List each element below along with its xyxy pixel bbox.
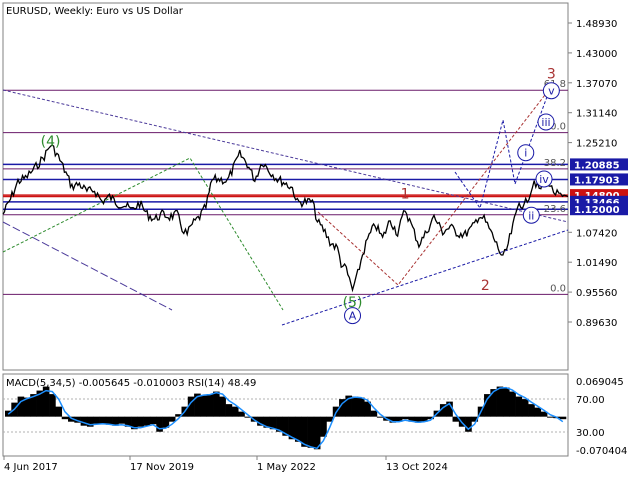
red-wave-path: [317, 90, 549, 286]
macd-bar-34: [219, 396, 226, 417]
macd-bar-23: [149, 416, 157, 425]
wave-label-7: ii: [528, 209, 534, 222]
price-line: [2, 144, 569, 293]
price-series: [2, 144, 569, 293]
y-tick-label-3: 1.31140: [576, 109, 617, 120]
chart-window: 61.850.038.223.60.0 (4)(5)A123iiiiiiivv …: [0, 0, 640, 480]
price-label-1: 1.17903: [574, 175, 620, 186]
macd-bar-79: [502, 387, 510, 417]
y-tick-label-7: 0.95560: [576, 288, 617, 299]
indicator-tick-0: 0.069045: [576, 377, 624, 388]
macd-bar-46: [294, 416, 302, 442]
macd-bar-8: [55, 406, 63, 417]
indicator-tick-1: 70.00: [576, 395, 605, 406]
green-wave-path: [2, 157, 284, 311]
indicator-axis: 0.069045 70.00 30.00 -0.070404: [576, 377, 627, 457]
macd-bar-14: [93, 416, 100, 424]
y-tick-label-8: 0.89630: [576, 318, 617, 329]
y-tick-label-1: 1.43000: [576, 49, 617, 60]
macd-bar-35: [225, 404, 233, 417]
macd-bar-76: [484, 394, 491, 417]
indicator-tick-2: 30.00: [576, 428, 605, 439]
macd-bar-82: [521, 399, 529, 417]
fib-label-3: 23.6: [544, 204, 566, 215]
macd-bar-78: [496, 386, 504, 417]
macd-bar-83: [528, 404, 535, 417]
chart-header: EURUSD, Weekly: Euro vs US Dollar: [6, 6, 184, 17]
y-tick-label-5: 1.07420: [576, 228, 617, 239]
macd-bar-2: [17, 396, 25, 417]
wave-label-10: v: [548, 85, 555, 98]
macd-bar-36: [231, 406, 239, 417]
macd-bar-24: [156, 416, 163, 432]
price-label-0: 1.20885: [574, 160, 620, 171]
time-axis: 4 Jun 2017 17 Nov 2019 1 May 2022 13 Oct 20…: [3, 456, 448, 473]
wave-label-0: (4): [41, 134, 61, 150]
macd-bar-12: [80, 416, 88, 426]
price-label-4: 1.12000: [574, 205, 620, 216]
wave-lines: [2, 90, 549, 311]
macd-bar-21: [137, 416, 144, 427]
lower-left-trend-line: [2, 221, 173, 311]
macd-histogram: [5, 386, 567, 450]
y-tick-label-0: 1.48930: [576, 19, 617, 30]
x-tick-label-3: 13 Oct 2024: [386, 462, 448, 473]
wave-label-2: A: [349, 310, 357, 323]
macd-bar-18: [118, 416, 126, 424]
macd-bar-50: [320, 416, 327, 437]
macd-bar-32: [206, 394, 214, 417]
macd-bar-26: [168, 416, 176, 422]
price-panel-frame: [2, 2, 569, 371]
price-level-labels: 1.208851.179031.148001.134661.12000: [570, 158, 628, 216]
wave-label-6: i: [524, 147, 527, 160]
wave-label-5: 3: [547, 67, 556, 83]
y-tick-label-6: 1.01490: [576, 258, 617, 269]
macd-bar-81: [515, 396, 523, 417]
fib-label-2: 38.2: [544, 158, 566, 169]
macd-bar-84: [534, 407, 542, 417]
x-tick-label-2: 1 May 2022: [257, 462, 316, 473]
indicator-header: MACD(5,34,5) -0.005645 -0.010003 RSI(14)…: [6, 378, 256, 389]
macd-bar-86: [547, 416, 554, 418]
y-tick-label-4: 1.25210: [576, 139, 617, 150]
wave-label-4: 2: [481, 278, 490, 294]
macd-bar-33: [213, 391, 220, 417]
lower-support-trend-line: [281, 229, 569, 326]
horizontal-levels: [3, 89, 568, 295]
macd-bar-63: [402, 416, 409, 420]
macd-bar-80: [509, 391, 516, 417]
macd-bar-31: [200, 395, 208, 417]
macd-bar-55: [351, 396, 359, 417]
wave-label-8: iii: [541, 116, 550, 129]
macd-bar-22: [143, 416, 151, 426]
macd-bar-58: [370, 410, 378, 417]
macd-bar-7: [49, 394, 56, 417]
x-tick-label-1: 17 Nov 2019: [130, 462, 194, 473]
wave-label-3: 1: [401, 187, 410, 203]
macd-bar-9: [61, 416, 69, 420]
y-tick-label-2: 1.37070: [576, 79, 617, 90]
x-tick-label-0: 4 Jun 2017: [4, 462, 58, 473]
fib-label-4: 0.0: [550, 283, 566, 294]
trading-chart: 61.850.038.223.60.0 (4)(5)A123iiiiiiivv …: [2, 2, 628, 473]
macd-bar-48: [307, 416, 315, 448]
macd-bar-88: [559, 416, 567, 420]
indicator-tick-3: -0.070404: [576, 446, 627, 457]
macd-bar-56: [357, 397, 365, 417]
wave-label-9: iv: [539, 173, 549, 186]
